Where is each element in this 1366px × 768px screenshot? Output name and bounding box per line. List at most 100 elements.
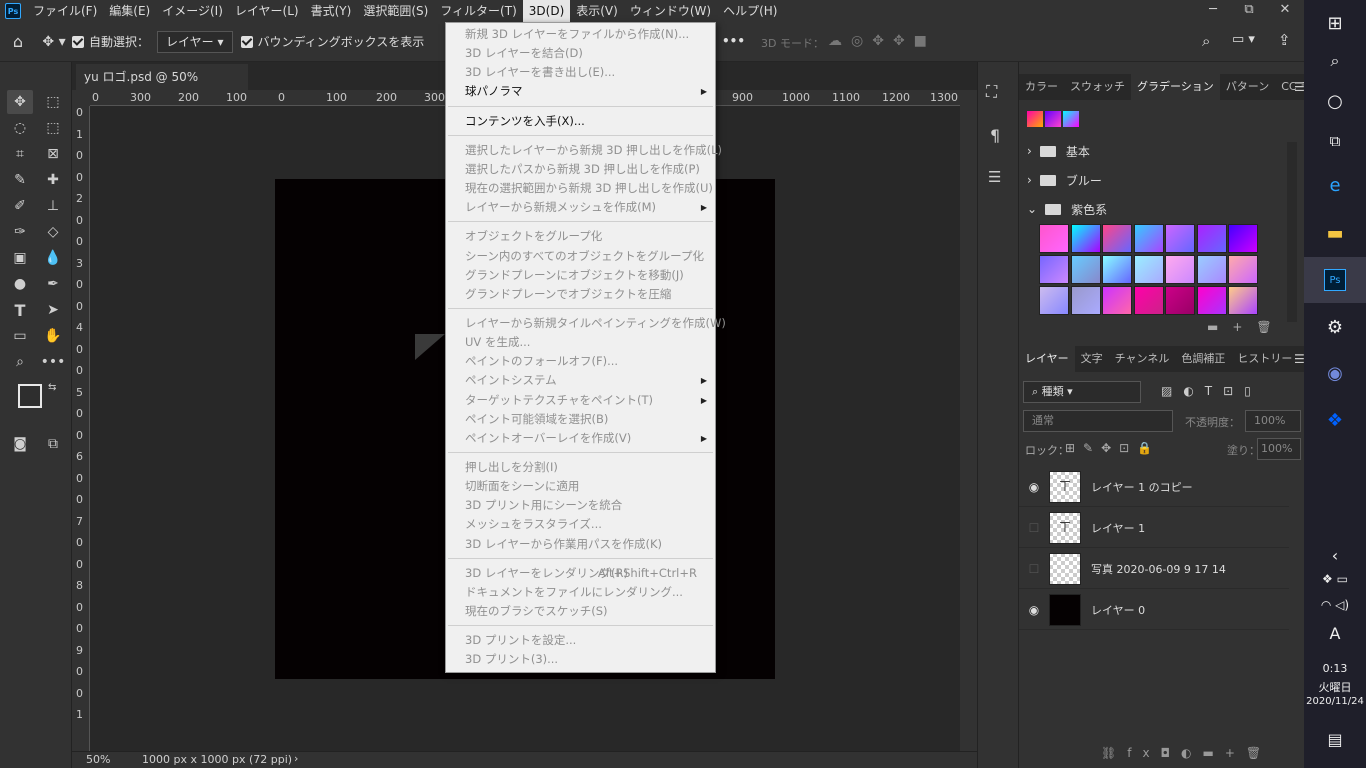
menu-0[interactable]: ファイル(F) — [27, 0, 103, 22]
share-icon[interactable]: ⇪ — [1278, 31, 1291, 49]
brush-tool-icon[interactable]: ✐ — [7, 194, 33, 218]
menu-3d-item[interactable]: 選択したパスから新規 3D 押し出しを作成(P) — [446, 160, 715, 179]
layers-panel-tab[interactable]: ヒストリー — [1231, 346, 1298, 372]
menu-3d-item[interactable]: レイヤーから新規メッシュを作成(M) ▶ — [446, 198, 715, 217]
eraser-icon[interactable]: ◇ — [40, 220, 66, 244]
zoom-tool-icon[interactable]: ⌕ — [7, 350, 33, 374]
visibility-eye-icon[interactable]: ◉ — [1019, 480, 1049, 494]
menu-3d-item[interactable]: 3D プリント(3)... — [446, 650, 715, 669]
gradient-swatch[interactable] — [1039, 224, 1069, 253]
gradient-swatch[interactable] — [1039, 255, 1069, 284]
minimize-icon[interactable]: ─ — [1198, 0, 1228, 22]
lasso-tool-icon[interactable]: ◌ — [7, 116, 33, 140]
menu-3d-item[interactable]: 押し出しを分割(I) — [446, 458, 715, 477]
gradient-scrollbar[interactable] — [1287, 142, 1297, 322]
menu-2[interactable]: イメージ(I) — [156, 0, 229, 22]
menu-3d-item[interactable]: 球パノラマ ▶ — [446, 82, 715, 101]
menu-3d-item[interactable]: 新規 3D レイヤーをファイルから作成(N)... — [446, 25, 715, 44]
menu-7[interactable]: 3D(D) — [522, 0, 571, 22]
layers-panel-tab[interactable]: チャンネル — [1109, 346, 1176, 372]
rectangle-tool-icon[interactable]: ▭ — [7, 324, 33, 348]
layer-filter-dropdown[interactable]: ⌕ 種類 ▾ — [1023, 381, 1141, 403]
gradient-swatch[interactable] — [1196, 255, 1227, 284]
home-icon[interactable]: ⌂ — [0, 32, 36, 51]
gradient-swatch[interactable] — [1070, 255, 1101, 284]
menu-3d-item[interactable]: 切断面をシーンに適用 — [446, 477, 715, 496]
layer-row[interactable]: ☐ ⊤ レイヤー 1 — [1019, 508, 1289, 548]
chevron-right-icon[interactable]: › — [1027, 144, 1032, 158]
clock-day[interactable]: 火曜日 — [1304, 679, 1366, 695]
marquee-tool-icon[interactable]: ⬚ — [40, 90, 66, 114]
menu-3d-item[interactable]: グランドプレーンでオブジェクトを圧縮 — [446, 285, 715, 304]
gradient-swatch[interactable] — [1102, 224, 1132, 253]
more-options-button[interactable]: ••• — [722, 34, 745, 48]
menu-3d-item[interactable]: 3D プリントを設定... — [446, 631, 715, 650]
document-tab[interactable]: yu ロゴ.psd @ 50% (RGB/8) × — [76, 64, 248, 110]
menu-3d-item[interactable]: メッシュをラスタライズ... — [446, 515, 715, 534]
lock-icons[interactable]: ⊞✎✥⊡🔒 — [1065, 441, 1160, 455]
gradient-panel-tab[interactable]: グラデーション — [1131, 74, 1220, 100]
discord-icon[interactable]: ◉ — [1304, 350, 1366, 396]
path-select-icon[interactable]: ➤ — [40, 298, 66, 322]
opacity-field[interactable]: 100% — [1245, 410, 1301, 432]
menu-3d-item[interactable]: 3D レイヤーから作業用パスを作成(K) — [446, 535, 715, 554]
frame-tool-icon[interactable]: ⊠ — [40, 142, 66, 166]
move-tool-icon[interactable]: ✥ — [7, 90, 33, 114]
layers-panel-tab[interactable]: レイヤー — [1019, 346, 1075, 372]
menu-10[interactable]: ヘルプ(H) — [717, 0, 783, 22]
chevron-right-icon[interactable]: › — [1027, 173, 1032, 187]
layer-filter-icons[interactable]: ▨◐T⊡▯ — [1161, 384, 1262, 398]
stamp-tool-icon[interactable]: ⊥ — [40, 194, 66, 218]
gradient-swatch[interactable] — [1165, 286, 1195, 315]
menu-3d-item[interactable]: ペイントのフォールオフ(F)... — [446, 352, 715, 371]
dropbox-icon[interactable]: ❖ — [1304, 397, 1366, 443]
gradient-swatch[interactable] — [1228, 255, 1258, 284]
crop-tool-icon[interactable]: ⌗ — [7, 142, 33, 166]
gradient-preset-2[interactable] — [1045, 111, 1061, 127]
gradient-swatch[interactable] — [1228, 224, 1258, 253]
menu-4[interactable]: 書式(Y) — [305, 0, 358, 22]
menu-5[interactable]: 選択範囲(S) — [357, 0, 434, 22]
gradient-swatch[interactable] — [1196, 224, 1227, 253]
layers-panel-tab[interactable]: 文字 — [1075, 346, 1109, 372]
auto-select-checkbox[interactable] — [72, 35, 84, 48]
zoom-level[interactable]: 50% — [86, 753, 110, 766]
menu-3d-item[interactable]: ペイントシステム ▶ — [446, 371, 715, 390]
task-view-icon[interactable]: ⧉ — [1304, 118, 1366, 164]
menu-3d-item[interactable]: 3D レイヤーを書き出し(E)... — [446, 63, 715, 82]
notifications-icon[interactable]: ▤ — [1304, 716, 1366, 762]
layer-row[interactable]: ◉ ⊤ レイヤー 1 のコピー — [1019, 467, 1289, 507]
visibility-off-icon[interactable]: ☐ — [1019, 562, 1049, 576]
gradient-swatch[interactable] — [1228, 286, 1258, 315]
layer-name[interactable]: レイヤー 0 — [1091, 602, 1145, 618]
gradient-swatch[interactable] — [1165, 255, 1195, 284]
menu-3[interactable]: レイヤー(L) — [229, 0, 305, 22]
gradient-swatch[interactable] — [1133, 286, 1164, 315]
layer-select-dropdown[interactable]: レイヤー ▾ — [157, 30, 233, 53]
gradient-panel-tab[interactable]: スウォッチ — [1064, 74, 1131, 100]
screen-mode-icon[interactable]: ⧉ — [40, 432, 66, 456]
history-brush-icon[interactable]: ✑ — [7, 220, 33, 244]
menu-3d-item[interactable]: コンテンツを入手(X)... — [446, 112, 715, 131]
gradient-swatch[interactable] — [1133, 224, 1164, 253]
hand-tool-icon[interactable]: ✋ — [40, 324, 66, 348]
menu-3d-item[interactable]: ペイント可能領域を選択(B) — [446, 410, 715, 429]
ime-indicator[interactable]: A — [1304, 610, 1366, 656]
menu-3d-item[interactable]: 選択したレイヤーから新規 3D 押し出しを作成(L) — [446, 141, 722, 160]
menu-9[interactable]: ウィンドウ(W) — [624, 0, 717, 22]
quick-mask-icon[interactable]: ◙ — [7, 432, 33, 456]
menu-1[interactable]: 編集(E) — [103, 0, 156, 22]
menu-3d-item[interactable]: UV を生成... — [446, 333, 715, 352]
gradient-swatch[interactable] — [1165, 224, 1195, 253]
search-icon[interactable]: ⌕ — [1202, 32, 1210, 50]
layer-name[interactable]: レイヤー 1 — [1091, 520, 1145, 536]
dodge-tool-icon[interactable]: ● — [7, 272, 33, 296]
clock-date[interactable]: 2020/11/24 — [1304, 696, 1366, 707]
blend-mode-dropdown[interactable]: 通常 — [1023, 410, 1173, 432]
gradient-folder[interactable]: ⌄ 紫色系 — [1027, 196, 1107, 222]
healing-brush-icon[interactable]: ✚ — [40, 168, 66, 192]
menu-3d-item[interactable]: レイヤーから新規タイルペインティングを作成(W) — [446, 314, 726, 333]
menu-8[interactable]: 表示(V) — [570, 0, 624, 22]
chevron-down-icon[interactable]: ⌄ — [1027, 202, 1037, 216]
gradient-preset-3[interactable] — [1063, 111, 1079, 127]
